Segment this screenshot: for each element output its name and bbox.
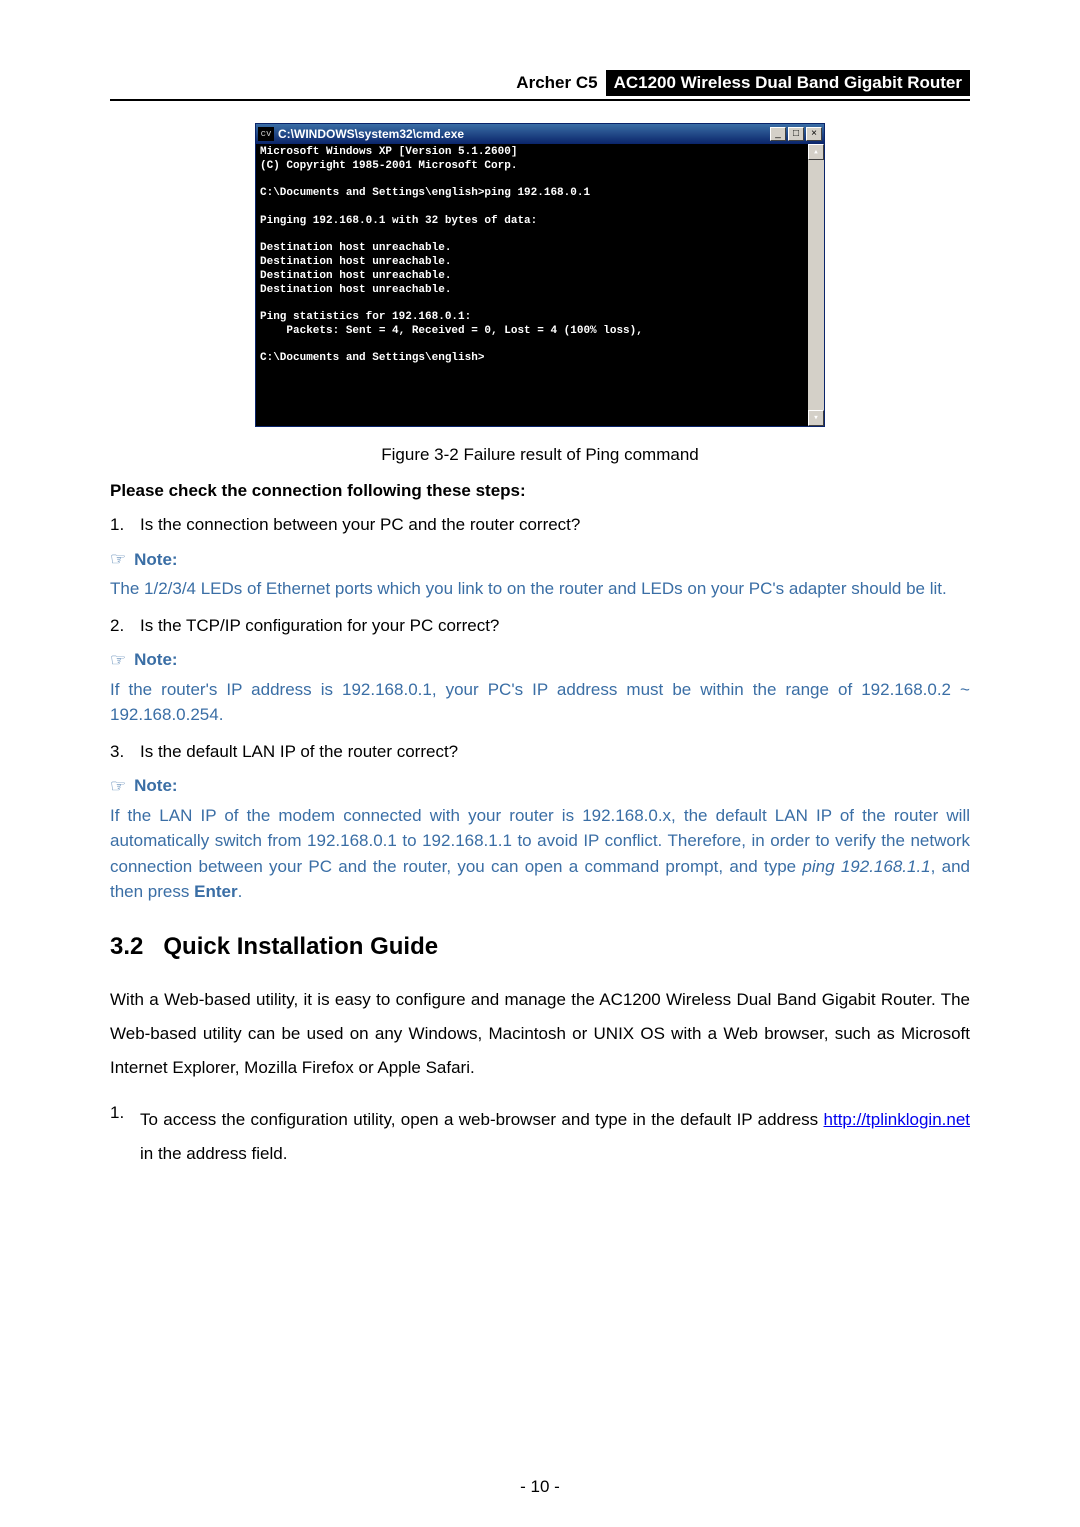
config-text-2: in the address field.: [140, 1144, 287, 1163]
cmd-titlebar: cv C:\WINDOWS\system32\cmd.exe _ □ ×: [256, 124, 824, 144]
note3-text-3: .: [238, 882, 243, 901]
step-2: 2. Is the TCP/IP configuration for your …: [110, 616, 970, 636]
steps-intro: Please check the connection following th…: [110, 481, 970, 501]
step-3: 3. Is the default LAN IP of the router c…: [110, 742, 970, 762]
note-header-1: ☞ Note:: [110, 549, 970, 570]
cmd-title: C:\WINDOWS\system32\cmd.exe: [278, 127, 770, 141]
cmd-scrollbar[interactable]: ▴ ▾: [808, 144, 824, 426]
step-2-text: Is the TCP/IP configuration for your PC …: [140, 616, 970, 636]
section-num: 3.2: [110, 933, 143, 961]
cmd-output: Microsoft Windows XP [Version 5.1.2600] …: [256, 144, 808, 426]
note-icon: ☞: [110, 650, 126, 671]
cmd-window-buttons: _ □ ×: [770, 127, 822, 141]
cmd-app-icon: cv: [258, 127, 274, 141]
step-2-num: 2.: [110, 616, 140, 636]
header-model: Archer C5: [508, 70, 605, 96]
scroll-down-button[interactable]: ▾: [808, 410, 824, 426]
step-3-num: 3.: [110, 742, 140, 762]
section-heading: 3.2 Quick Installation Guide: [110, 933, 970, 961]
note-label: Note:: [134, 550, 177, 570]
config-step-1: 1. To access the configuration utility, …: [110, 1103, 970, 1171]
page-header: Archer C5AC1200 Wireless Dual Band Gigab…: [110, 70, 970, 96]
note3-bold: Enter: [194, 882, 237, 901]
note-body-1: The 1/2/3/4 LEDs of Ethernet ports which…: [110, 576, 970, 602]
minimize-button[interactable]: _: [770, 127, 786, 141]
note-label: Note:: [134, 650, 177, 670]
close-button[interactable]: ×: [806, 127, 822, 141]
note-icon: ☞: [110, 549, 126, 570]
cmd-body-wrap: Microsoft Windows XP [Version 5.1.2600] …: [256, 144, 824, 426]
note3-italic: ping 192.168.1.1: [802, 857, 930, 876]
step-1: 1. Is the connection between your PC and…: [110, 515, 970, 535]
step-1-num: 1.: [110, 515, 140, 535]
config-text: To access the configuration utility, ope…: [140, 1103, 970, 1171]
maximize-button[interactable]: □: [788, 127, 804, 141]
figure-caption: Figure 3-2 Failure result of Ping comman…: [110, 445, 970, 465]
note-header-3: ☞ Note:: [110, 776, 970, 797]
step-3-text: Is the default LAN IP of the router corr…: [140, 742, 970, 762]
cmd-window: cv C:\WINDOWS\system32\cmd.exe _ □ × Mic…: [255, 123, 825, 427]
scroll-up-button[interactable]: ▴: [808, 144, 824, 160]
header-product: AC1200 Wireless Dual Band Gigabit Router: [606, 70, 970, 96]
page-number: - 10 -: [0, 1477, 1080, 1497]
config-text-1: To access the configuration utility, ope…: [140, 1110, 824, 1129]
step-1-text: Is the connection between your PC and th…: [140, 515, 970, 535]
config-num: 1.: [110, 1103, 140, 1171]
config-url-link[interactable]: http://tplinklogin.net: [824, 1110, 970, 1129]
section-para: With a Web-based utility, it is easy to …: [110, 983, 970, 1085]
note-icon: ☞: [110, 776, 126, 797]
note-body-2: If the router's IP address is 192.168.0.…: [110, 677, 970, 728]
header-underline: [110, 99, 970, 101]
note-label: Note:: [134, 776, 177, 796]
section-title: Quick Installation Guide: [163, 933, 438, 960]
note-body-3: If the LAN IP of the modem connected wit…: [110, 803, 970, 905]
note-header-2: ☞ Note:: [110, 650, 970, 671]
